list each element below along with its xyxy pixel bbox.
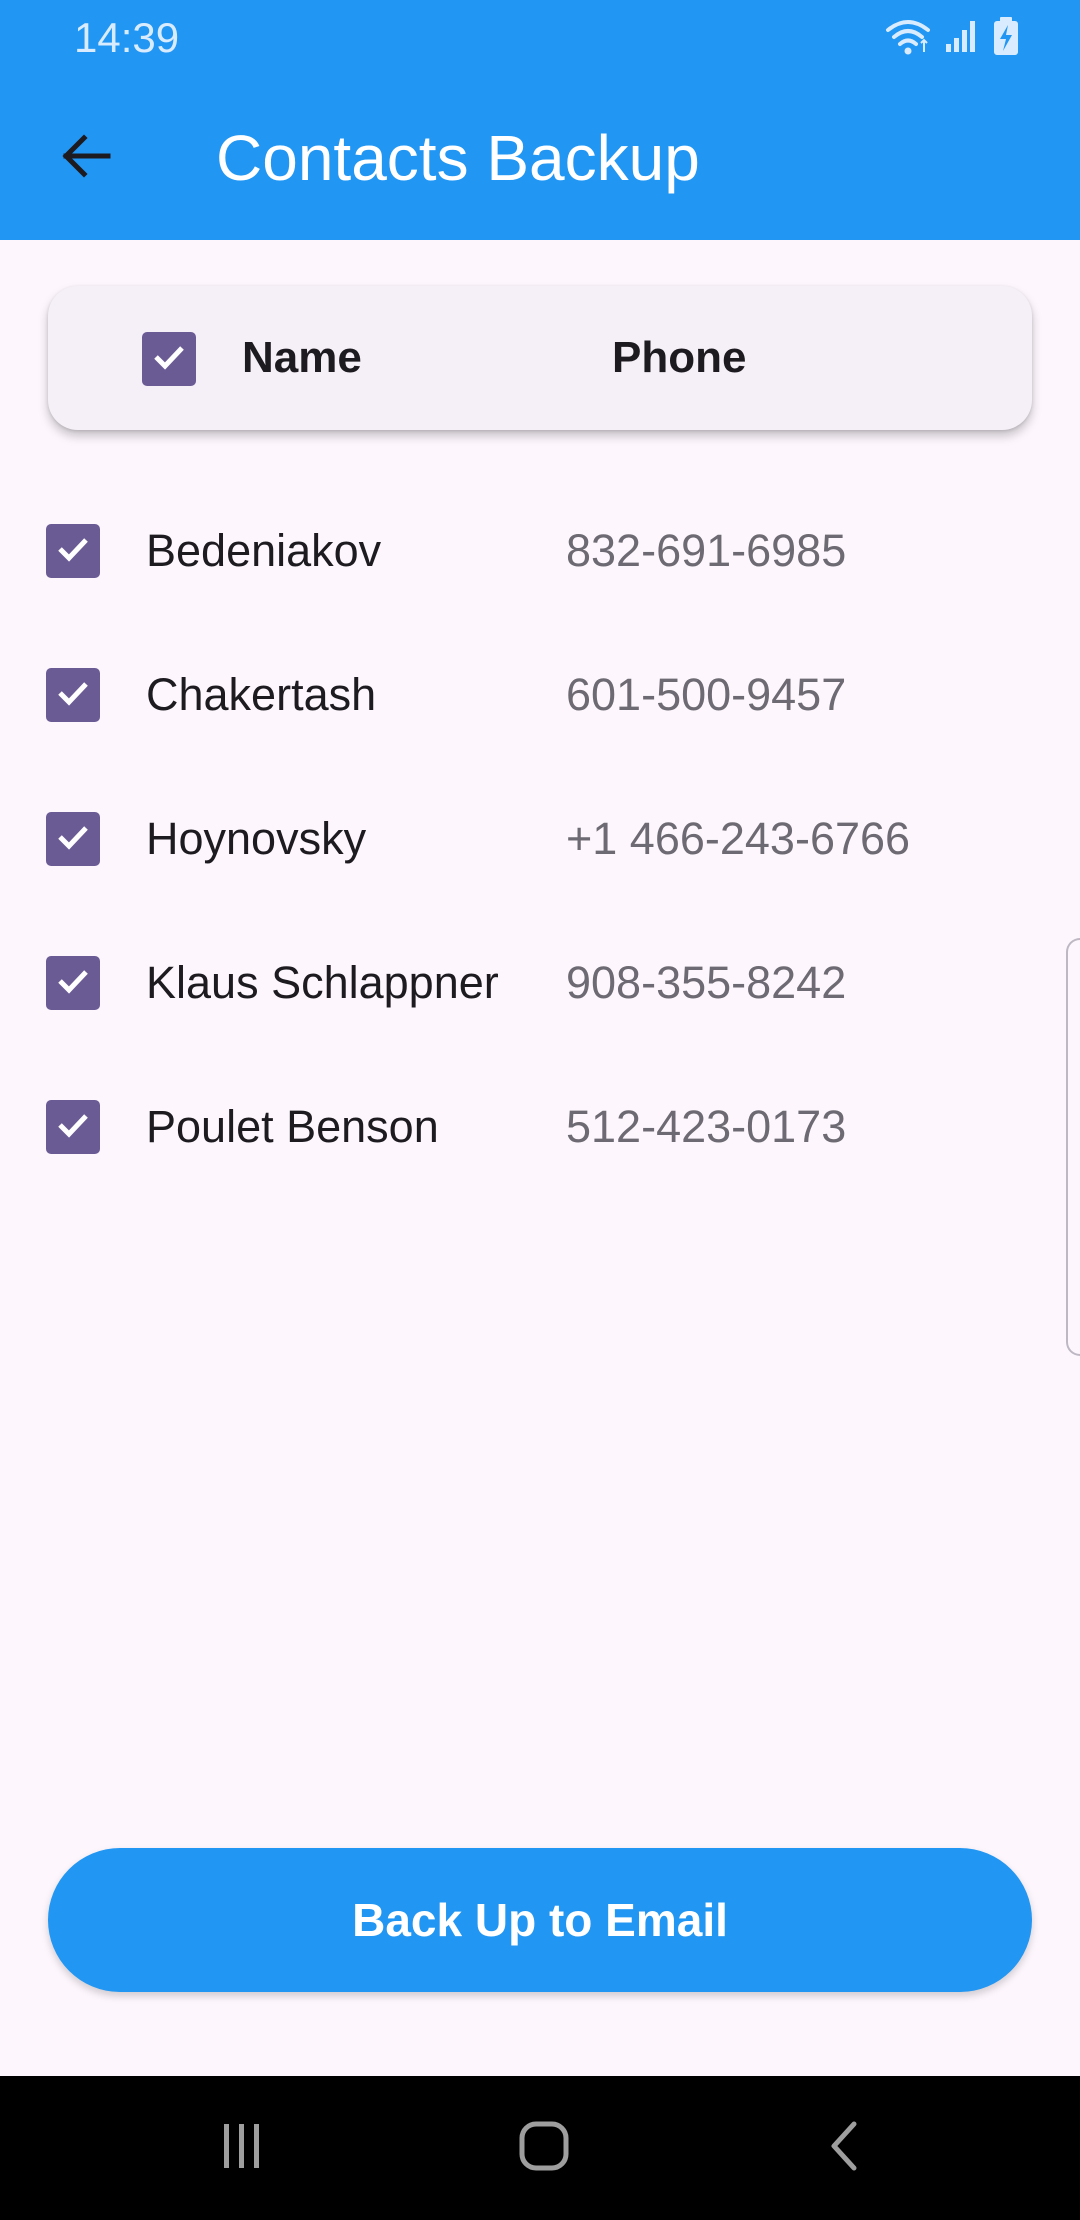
row-checkbox[interactable] [46,956,100,1010]
contact-name: Bedeniakov [146,525,382,576]
column-header-phone: Phone [612,333,747,382]
page-title: Contacts Backup [216,122,700,194]
recents-button[interactable] [202,2112,282,2184]
nav-back-icon [816,2116,876,2181]
table-row[interactable]: Poulet Benson 512-423-0173 [0,1055,1032,1199]
status-bar: 14:39 [0,0,1080,76]
back-button[interactable] [44,116,128,200]
table-row[interactable]: Chakertash 601-500-9457 [0,623,1032,767]
table-row[interactable]: Klaus Schlappner 908-355-8242 [0,911,1032,1055]
signal-icon [944,18,980,59]
table-row[interactable]: Hoynovsky +1 466-243-6766 [0,767,1032,911]
status-icons [884,14,1020,62]
system-nav-bar [0,2076,1080,2220]
column-header-name: Name [242,333,362,382]
home-button[interactable] [504,2112,584,2184]
row-checkbox[interactable] [46,668,100,722]
arrow-back-icon [58,128,114,189]
contact-name: Poulet Benson [146,1101,439,1152]
contact-name: Chakertash [146,669,377,720]
edge-panel-handle[interactable] [1066,938,1080,1356]
app-bar: Contacts Backup [0,76,1080,240]
nav-back-button[interactable] [806,2112,886,2184]
contact-phone: 832-691-6985 [566,525,847,576]
status-time: 14:39 [74,14,180,61]
table-header: Name Phone [48,286,1032,430]
table-row[interactable]: Bedeniakov 832-691-6985 [0,479,1032,623]
backup-to-email-button[interactable]: Back Up to Email [48,1848,1032,1992]
recents-icon [212,2116,272,2181]
home-icon [514,2116,574,2181]
check-icon [53,1105,93,1150]
wifi-icon [884,16,932,61]
contact-phone: 908-355-8242 [566,957,847,1008]
contact-phone: 512-423-0173 [566,1101,847,1152]
check-icon [53,961,93,1006]
contact-name: Hoynovsky [146,813,367,864]
contact-phone: +1 466-243-6766 [566,813,911,864]
contact-phone: 601-500-9457 [566,669,847,720]
check-icon [53,529,93,574]
check-icon [53,817,93,862]
contact-name: Klaus Schlappner [146,957,499,1008]
row-checkbox[interactable] [46,1100,100,1154]
battery-charging-icon [992,16,1020,61]
row-checkbox[interactable] [46,524,100,578]
row-checkbox[interactable] [46,812,100,866]
select-all-checkbox[interactable] [142,332,196,386]
check-icon [149,337,189,382]
check-icon [53,673,93,718]
